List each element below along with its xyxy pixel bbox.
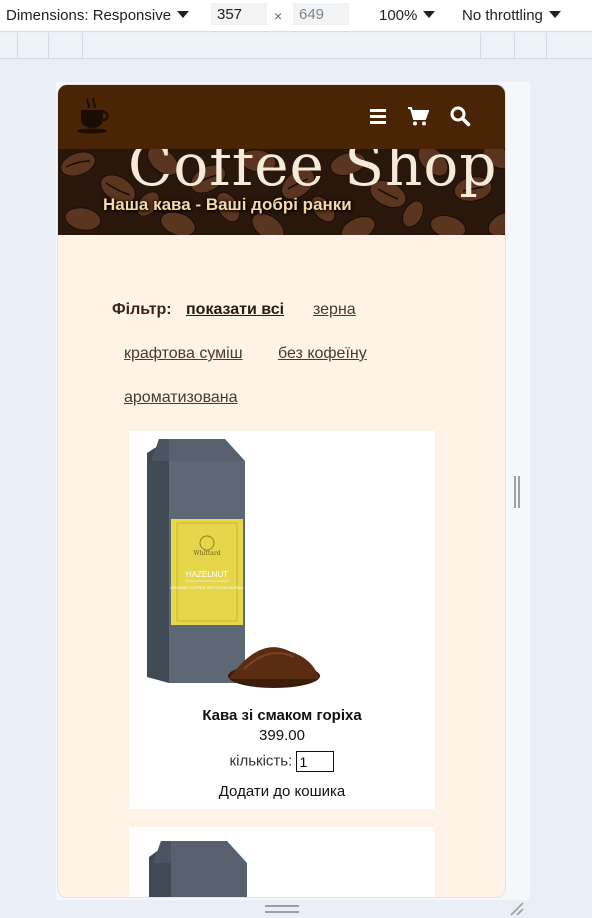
throttling-label: No throttling xyxy=(462,7,543,24)
ruler-segment[interactable] xyxy=(17,33,18,59)
quantity-input[interactable] xyxy=(296,751,335,772)
page-viewport: Coffee Shop Наша кава - Ваші добрі ранки… xyxy=(58,85,505,897)
width-input[interactable] xyxy=(211,3,267,25)
quantity-row: кількість: xyxy=(129,751,435,772)
product-card xyxy=(129,827,435,897)
height-input[interactable] xyxy=(293,3,349,25)
search-icon[interactable] xyxy=(449,105,471,127)
ruler-segment[interactable] xyxy=(82,33,83,59)
product-name[interactable]: Кава зі смаком горіха xyxy=(129,707,435,724)
chevron-down-icon xyxy=(177,11,190,18)
ruler-segment[interactable] xyxy=(514,33,515,59)
coffee-cup-logo-icon[interactable] xyxy=(74,95,114,135)
devtools-toolbar: Dimensions: Responsive × 100% No throttl… xyxy=(0,0,592,32)
hero-banner: Coffee Shop Наша кава - Ваші добрі ранки xyxy=(58,149,505,235)
product-image[interactable] xyxy=(129,827,435,897)
right-resize-handle[interactable] xyxy=(514,476,520,508)
hero-title: Coffee Shop xyxy=(128,149,498,199)
filter-flavored[interactable]: ароматизована xyxy=(124,389,238,407)
bottom-resize-handle[interactable] xyxy=(265,905,299,913)
package-label: HAZELNUT xyxy=(186,570,228,579)
filter-show-all[interactable]: показати всі xyxy=(186,301,284,319)
navbar xyxy=(58,85,505,149)
package-brand: Whittard xyxy=(193,550,220,557)
zoom-dropdown[interactable]: 100% xyxy=(379,7,436,24)
zoom-label: 100% xyxy=(379,7,418,24)
package-sublabel: GROUND COFFEE WITH FLAVOURING xyxy=(170,585,243,590)
dimensions-label: Dimensions: Responsive xyxy=(6,7,172,24)
corner-resize-icon[interactable] xyxy=(508,900,526,918)
filter-label: Фільтр: xyxy=(112,301,172,318)
times-symbol: × xyxy=(274,8,283,24)
product-card: Whittard HAZELNUT GROUND COFFEE WITH FLA… xyxy=(129,431,435,809)
cart-icon[interactable] xyxy=(407,105,429,127)
media-query-ruler xyxy=(0,33,592,59)
quantity-label: кількість: xyxy=(229,752,293,770)
filter-decaf[interactable]: без кофеїну xyxy=(278,345,367,363)
dimensions-dropdown[interactable]: Dimensions: Responsive xyxy=(6,7,190,24)
ruler-segment[interactable] xyxy=(48,33,49,59)
throttling-dropdown[interactable]: No throttling xyxy=(462,7,561,24)
ruler-segment[interactable] xyxy=(546,33,547,59)
hamburger-menu-icon[interactable] xyxy=(368,105,390,127)
chevron-down-icon xyxy=(423,11,436,18)
product-image[interactable]: Whittard HAZELNUT GROUND COFFEE WITH FLA… xyxy=(129,431,435,701)
filter-craft-blend[interactable]: крафтова суміш xyxy=(124,345,243,363)
product-price: 399.00 xyxy=(259,727,305,744)
add-to-cart-button[interactable]: Додати до кошика xyxy=(129,783,435,800)
chevron-down-icon xyxy=(548,11,561,18)
ruler-segment[interactable] xyxy=(480,33,481,59)
filter-beans[interactable]: зерна xyxy=(313,301,356,319)
hero-subtitle: Наша кава - Ваші добрі ранки xyxy=(103,195,352,214)
